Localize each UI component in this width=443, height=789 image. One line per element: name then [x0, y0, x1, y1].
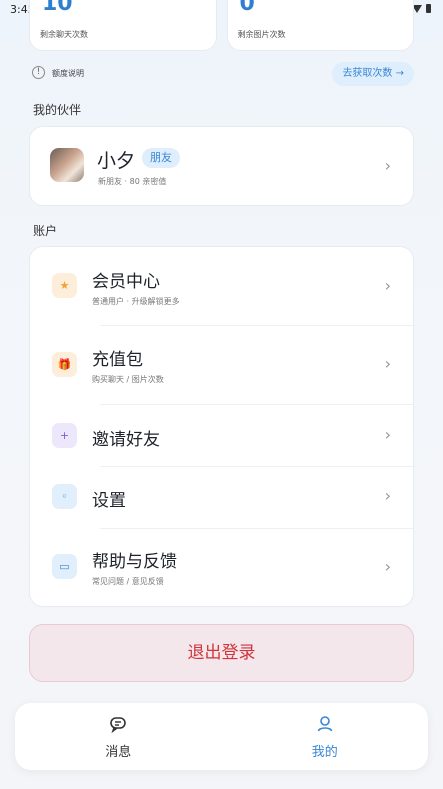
image-quota-value: 0 — [239, 0, 255, 16]
chat-quota-value: 10 — [42, 0, 73, 16]
account-section-title: 账户 — [33, 224, 58, 238]
image-quota-card[interactable]: 0 剩余图片次数 — [226, 0, 414, 51]
add-user-icon: + — [52, 423, 77, 448]
get-more-button[interactable]: 去获取次数 → — [332, 62, 414, 86]
menu-item-recharge[interactable]: 🎁 充值包 购买聊天 / 图片次数 › — [30, 325, 413, 404]
chat-quota-card[interactable]: 10 剩余聊天次数 — [29, 0, 217, 51]
chevron-right-icon: › — [384, 354, 391, 373]
menu-item-settings[interactable]: ◦ 设置 › — [30, 466, 413, 528]
chevron-right-icon: › — [384, 156, 391, 175]
partner-relationship-badge: 朋友 — [142, 148, 180, 168]
partner-name: 小夕 — [97, 150, 136, 172]
bottom-tab-bar: 消息 我的 — [15, 703, 428, 770]
account-card: ★ 会员中心 普通用户 · 升级解锁更多 › 🎁 充值包 购买聊天 / 图片次数… — [29, 246, 414, 607]
user-settings-icon: ◦ — [52, 484, 77, 509]
info-icon[interactable]: ! — [32, 66, 45, 79]
chevron-right-icon: › — [384, 425, 391, 444]
image-quota-label: 剩余图片次数 — [237, 30, 286, 39]
menu-item-subtitle: 购买聊天 / 图片次数 — [92, 375, 164, 384]
partner-card[interactable]: 小夕 朋友 新朋友 · 80 亲密值 › — [29, 126, 414, 206]
tab-profile[interactable]: 我的 — [222, 703, 429, 770]
menu-item-title: 会员中心 — [92, 272, 160, 292]
quota-cards: 10 剩余聊天次数 0 剩余图片次数 — [29, 0, 414, 51]
menu-item-title: 设置 — [92, 491, 126, 511]
chevron-right-icon: › — [384, 557, 391, 576]
message-icon — [110, 717, 127, 733]
menu-item-title: 充值包 — [92, 350, 143, 370]
menu-item-title: 帮助与反馈 — [92, 552, 177, 572]
menu-item-title: 邀请好友 — [92, 430, 160, 450]
quota-info-row: ! 额度说明 去获取次数 → — [32, 62, 414, 86]
partner-subtitle: 新朋友 · 80 亲密值 — [98, 177, 167, 186]
profile-icon — [317, 716, 333, 732]
star-icon: ★ — [52, 273, 77, 298]
menu-item-subtitle: 普通用户 · 升级解锁更多 — [92, 297, 180, 306]
logout-button[interactable]: 退出登录 — [29, 624, 414, 682]
chevron-right-icon: › — [384, 276, 391, 295]
status-icons — [412, 4, 431, 13]
tab-label: 我的 — [311, 745, 338, 760]
menu-item-help[interactable]: ▭ 帮助与反馈 常见问题 / 意见反馈 › — [30, 528, 413, 608]
menu-item-invite[interactable]: + 邀请好友 › — [30, 404, 413, 466]
tab-messages[interactable]: 消息 — [15, 703, 222, 770]
quota-info-link[interactable]: 额度说明 — [52, 68, 84, 79]
partner-section-title: 我的伙伴 — [33, 103, 82, 117]
chat-bubble-icon: ▭ — [52, 554, 77, 579]
battery-icon — [426, 4, 431, 13]
tab-label: 消息 — [105, 745, 132, 760]
avatar — [50, 148, 84, 182]
chevron-right-icon: › — [384, 486, 391, 505]
chat-quota-label: 剩余聊天次数 — [40, 30, 88, 39]
gift-icon: 🎁 — [52, 352, 77, 377]
menu-item-subtitle: 常见问题 / 意见反馈 — [92, 577, 164, 586]
menu-item-membership[interactable]: ★ 会员中心 普通用户 · 升级解锁更多 › — [30, 247, 413, 325]
